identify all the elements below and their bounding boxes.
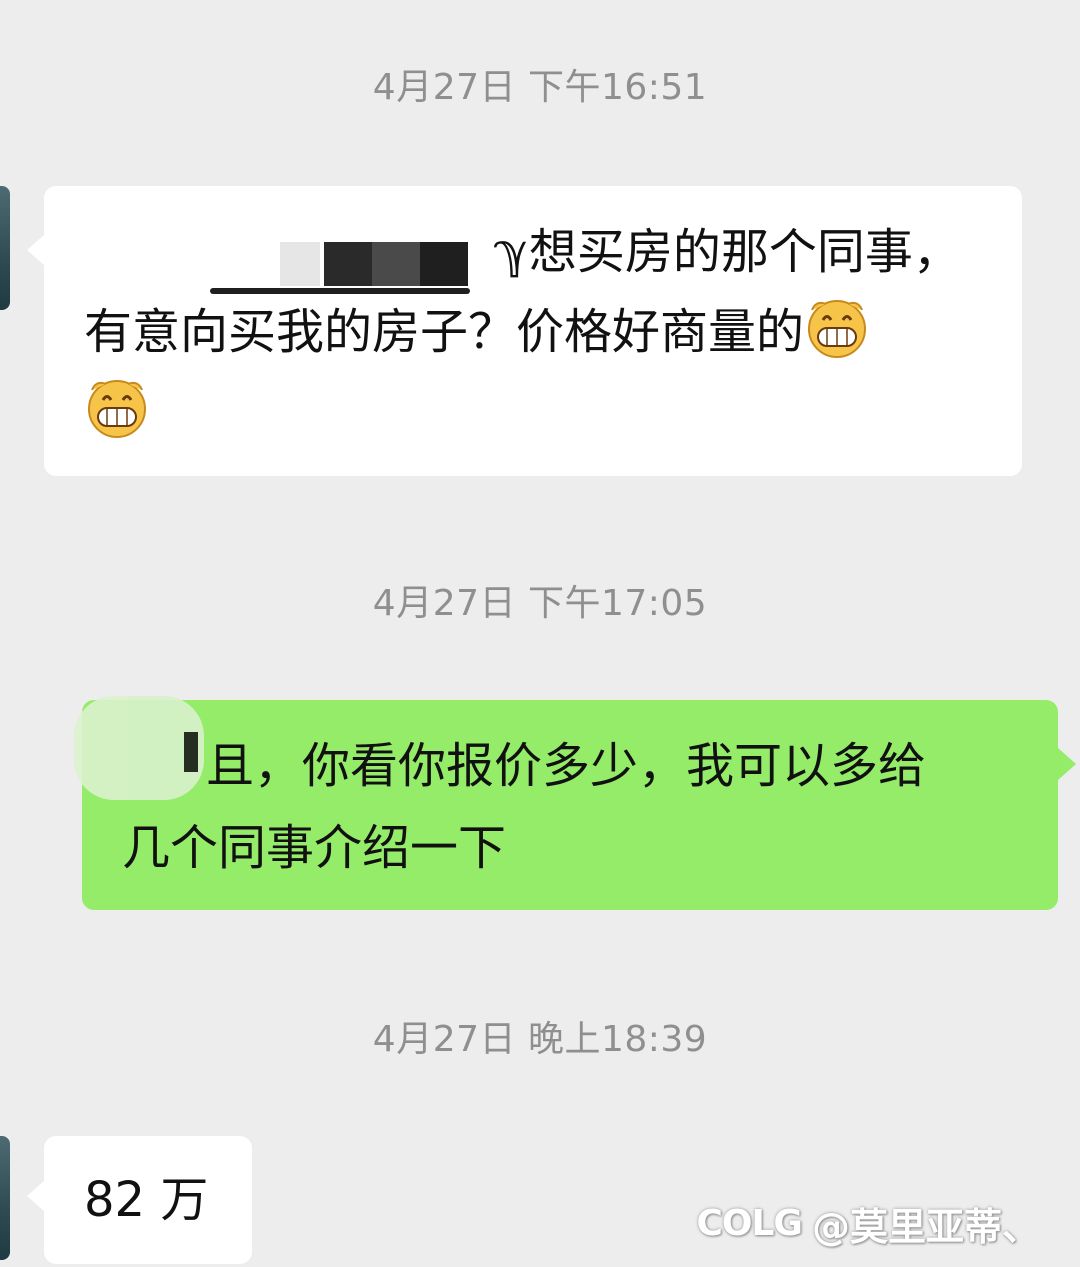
colg-logo: COLG [696,1203,803,1244]
incoming-message-bubble[interactable]: 82 万 [44,1136,252,1264]
grinning-face-emoji [84,376,150,438]
redaction-blur [60,198,490,294]
watermark-handle: @莫里亚蒂、 [811,1205,1040,1249]
contact-avatar[interactable] [0,1136,10,1260]
bubble-tail [27,234,45,266]
timestamp: 4月27日 下午16:51 [372,67,708,108]
message-text-line3 [84,374,150,450]
incoming-message-bubble[interactable]: ℽ想买房的那个同事， 有意向买我的房子？价格好商量的 [44,186,1022,476]
redaction-blur [74,696,204,800]
outgoing-message-bubble[interactable]: 且，你看你报价多少，我可以多给 几个同事介绍一下 [74,696,1058,910]
timestamp: 4月27日 下午17:05 [372,583,708,624]
message-text: 82 万 [84,1172,209,1228]
message-text-line2: 有意向买我的房子？价格好商量的 [84,294,870,370]
message-text-line2: 几个同事介绍一下 [122,820,507,876]
timestamp: 4月27日 晚上18:39 [372,1019,708,1060]
bubble-tail [27,1180,45,1212]
message-text-line1: ℽ想买房的那个同事， [494,224,961,280]
contact-avatar[interactable] [0,186,10,310]
grinning-face-emoji [804,296,870,358]
watermark: COLG @莫里亚蒂、 [696,1196,1040,1251]
bubble-tail [1058,748,1076,780]
message-text-line1: 且，你看你报价多少，我可以多给 [206,738,927,794]
